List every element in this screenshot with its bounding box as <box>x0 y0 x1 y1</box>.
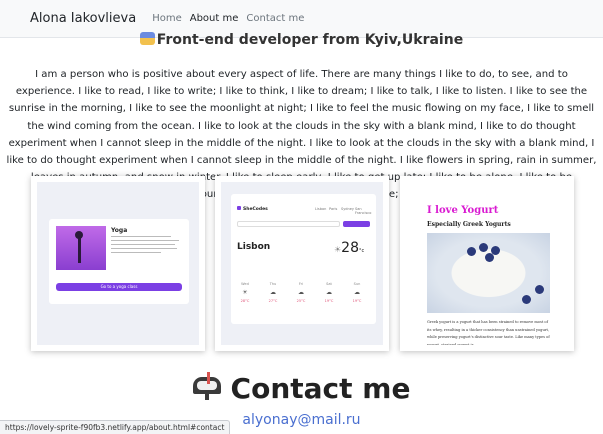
yoga-class-button: Go to a yoga class <box>56 283 182 291</box>
weather-icon: ☁ <box>298 289 304 296</box>
yogurt-image <box>427 233 550 313</box>
contact-heading: Contact me <box>0 372 603 405</box>
project-screenshot-yoga: Yoga Go to a yoga class <box>37 182 199 345</box>
nav-contact[interactable]: Contact me <box>246 13 304 24</box>
yoga-title: Yoga <box>111 227 128 234</box>
weather-logo: SheCodes <box>237 206 268 212</box>
weather-search-button <box>343 221 370 227</box>
yogurt-text: Greek yogurt is a yogurt that has been s… <box>427 320 550 345</box>
weather-icon: ☁ <box>326 289 332 296</box>
yogurt-title: I love Yogurt <box>427 205 499 216</box>
forecast-day: Fri ☁ 25°C <box>293 282 309 303</box>
weather-temperature: ☀28°c <box>334 240 365 256</box>
mailbox-icon <box>192 372 221 400</box>
project-card-weather[interactable]: SheCodes Lisbon Paris Sydney San Francis… <box>215 176 389 351</box>
weather-city: Lisbon <box>237 242 271 252</box>
weather-icon: ☀ <box>242 289 248 296</box>
nav-home[interactable]: Home <box>152 13 182 24</box>
about-headline: Front-end developer from Kyiv,Ukraine <box>0 32 603 48</box>
project-card-yoga[interactable]: Yoga Go to a yoga class <box>31 176 205 351</box>
weather-icon: ☁ <box>354 289 360 296</box>
yogurt-subtitle: Especially Greek Yogurts <box>427 221 511 228</box>
link-status-bar: https://lovely-sprite-f90fb3.netlify.app… <box>0 420 231 434</box>
forecast-day: Thu ☁ 27°C <box>265 282 281 303</box>
forecast-day: Wed ☀ 28°C <box>237 282 253 303</box>
brand-link[interactable]: Alona Iakovlieva <box>30 11 136 26</box>
project-screenshot-weather: SheCodes Lisbon Paris Sydney San Francis… <box>221 182 383 345</box>
project-screenshot-yogurt: I love Yogurt Especially Greek Yogurts G… <box>406 182 568 345</box>
nav-about[interactable]: About me <box>190 13 239 24</box>
weather-search-input <box>237 221 340 227</box>
forecast-day: Sat ☁ 19°C <box>321 282 337 303</box>
forecast-day: Sun ☁ 19°C <box>349 282 365 303</box>
ukraine-flag-icon <box>139 32 155 45</box>
yoga-image <box>56 226 106 270</box>
project-card-yogurt[interactable]: I love Yogurt Especially Greek Yogurts G… <box>400 176 574 351</box>
weather-icon: ☁ <box>270 289 276 296</box>
